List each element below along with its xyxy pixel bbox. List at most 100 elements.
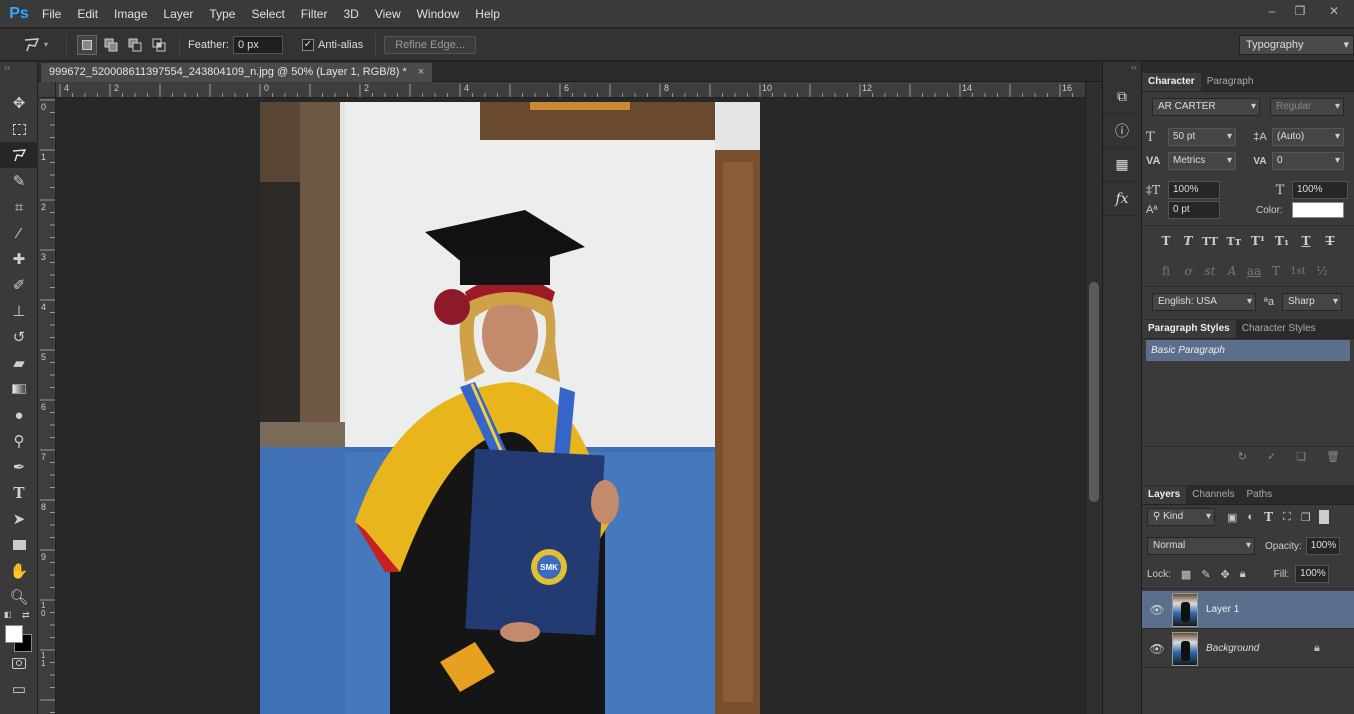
- menu-select[interactable]: Select: [243, 0, 292, 28]
- info-panel-icon[interactable]: ⓘ: [1103, 114, 1141, 148]
- kerning-select[interactable]: Metrics: [1168, 152, 1236, 170]
- eyedropper-tool-icon[interactable]: ⁄: [0, 220, 38, 246]
- menu-layer[interactable]: Layer: [155, 0, 201, 28]
- horizontal-scale-input[interactable]: 100%: [1292, 181, 1348, 199]
- baseline-shift-input[interactable]: 0 pt: [1168, 201, 1220, 219]
- document-image[interactable]: SMK: [260, 102, 760, 714]
- move-tool-icon[interactable]: ✥: [0, 90, 38, 116]
- tracking-select[interactable]: 0: [1272, 152, 1344, 170]
- tab-character[interactable]: Character: [1142, 73, 1201, 91]
- filter-toggle-icon[interactable]: [1318, 510, 1329, 524]
- fill-input[interactable]: 100%: [1295, 565, 1330, 583]
- close-tab-icon[interactable]: ×: [418, 66, 424, 78]
- tab-paths[interactable]: Paths: [1241, 486, 1279, 504]
- history-panel-icon[interactable]: ⧉: [1103, 80, 1141, 114]
- minimize-button[interactable]: –: [1258, 0, 1286, 22]
- path-selection-tool-icon[interactable]: ➤: [0, 506, 38, 532]
- tab-paragraph-styles[interactable]: Paragraph Styles: [1142, 320, 1236, 338]
- blur-tool-icon[interactable]: ●: [0, 402, 38, 428]
- lock-all-icon[interactable]: 🔒︎: [1240, 568, 1246, 581]
- lasso-tool-icon[interactable]: [0, 142, 38, 168]
- font-size-select[interactable]: 50 pt: [1168, 128, 1236, 146]
- type-tool-icon[interactable]: T: [0, 480, 38, 506]
- dodge-tool-icon[interactable]: ⚲: [0, 428, 38, 454]
- brush-tool-icon[interactable]: ✐: [0, 272, 38, 298]
- opacity-input[interactable]: 100%: [1305, 537, 1340, 555]
- antialias-checkbox[interactable]: ✓: [301, 38, 314, 51]
- tool-preset-picker[interactable]: [22, 35, 42, 55]
- antialias-method-select[interactable]: Sharp: [1282, 293, 1342, 311]
- layer-name[interactable]: Layer 1: [1206, 604, 1239, 615]
- close-button[interactable]: ✕: [1314, 0, 1354, 22]
- history-brush-tool-icon[interactable]: ↺: [0, 324, 38, 350]
- all-caps-icon[interactable]: TT: [1200, 235, 1220, 248]
- style-item-basic-paragraph[interactable]: Basic Paragraph: [1146, 340, 1350, 361]
- layer-row-layer-1[interactable]: 👁︎ Layer 1: [1142, 591, 1354, 629]
- menu-3d[interactable]: 3D: [335, 0, 366, 28]
- blend-mode-select[interactable]: Normal: [1147, 537, 1255, 555]
- delete-style-icon[interactable]: 🗑︎: [1326, 450, 1340, 463]
- vertical-scale-input[interactable]: 100%: [1168, 181, 1220, 199]
- filter-type-icon[interactable]: T: [1264, 510, 1273, 524]
- strikethrough-icon[interactable]: T: [1320, 234, 1340, 248]
- underline-icon[interactable]: T: [1296, 234, 1316, 248]
- clone-stamp-tool-icon[interactable]: ⊥: [0, 298, 38, 324]
- zoom-tool-icon[interactable]: 🔍︎: [0, 584, 38, 610]
- eraser-tool-icon[interactable]: ▰: [0, 350, 38, 376]
- lock-transparent-icon[interactable]: ▩: [1181, 568, 1191, 581]
- filter-smart-object-icon[interactable]: ❐: [1301, 511, 1311, 524]
- superscript-icon[interactable]: T¹: [1248, 234, 1268, 248]
- menu-type[interactable]: Type: [201, 0, 243, 28]
- document-tab[interactable]: 999672_520008611397554_243804109_n.jpg @…: [41, 63, 433, 82]
- language-select[interactable]: English: USA: [1152, 293, 1256, 311]
- menu-filter[interactable]: Filter: [293, 0, 336, 28]
- scrollbar-thumb[interactable]: [1089, 282, 1099, 502]
- new-selection-button[interactable]: [77, 34, 98, 55]
- swap-colors-icon[interactable]: ⇄: [22, 610, 30, 621]
- vertical-scrollbar[interactable]: [1085, 82, 1102, 714]
- styles-panel-icon[interactable]: fx: [1103, 182, 1141, 216]
- screen-mode-icon[interactable]: ▭: [0, 676, 38, 702]
- gradient-tool-icon[interactable]: [0, 376, 38, 402]
- workspace-switcher[interactable]: Typography: [1239, 35, 1354, 55]
- tab-character-styles[interactable]: Character Styles: [1236, 320, 1322, 338]
- small-caps-icon[interactable]: Tт: [1224, 235, 1244, 248]
- tab-channels[interactable]: Channels: [1186, 486, 1240, 504]
- old-style-icon[interactable]: ơ: [1178, 264, 1198, 278]
- menu-help[interactable]: Help: [467, 0, 508, 28]
- subscript-icon[interactable]: T₁: [1272, 234, 1292, 248]
- stylistic-alternates-icon[interactable]: A: [1222, 264, 1242, 278]
- ordinals-icon[interactable]: 1st: [1288, 266, 1308, 277]
- ornaments-icon[interactable]: T: [1266, 264, 1286, 278]
- visibility-eye-icon[interactable]: 👁︎: [1142, 603, 1172, 617]
- tab-paragraph[interactable]: Paragraph: [1201, 73, 1260, 91]
- foreground-color-swatch[interactable]: [5, 625, 23, 643]
- add-selection-button[interactable]: [101, 35, 121, 55]
- healing-brush-tool-icon[interactable]: ✚: [0, 246, 38, 272]
- fractions-icon[interactable]: ½: [1312, 264, 1332, 278]
- text-color-swatch[interactable]: [1292, 202, 1344, 218]
- menu-file[interactable]: File: [34, 0, 69, 28]
- vertical-ruler[interactable]: 0 1 2 3 4 5 6 7 8 9 1 0 1 1: [38, 98, 56, 714]
- canvas-area[interactable]: SMK: [56, 98, 1085, 714]
- filter-shape-icon[interactable]: ⛶: [1283, 511, 1291, 524]
- swash-icon[interactable]: st: [1200, 264, 1220, 278]
- faux-italic-icon[interactable]: T: [1178, 234, 1198, 248]
- layer-row-background[interactable]: 👁︎ Background 🔒︎: [1142, 630, 1354, 668]
- marquee-tool-icon[interactable]: [0, 116, 38, 142]
- lock-position-icon[interactable]: ✥: [1221, 568, 1230, 581]
- layer-filter-select[interactable]: ⚲ Kind: [1147, 508, 1215, 526]
- menu-edit[interactable]: Edit: [69, 0, 106, 28]
- leading-select[interactable]: (Auto): [1272, 128, 1344, 146]
- rectangle-tool-icon[interactable]: [0, 532, 38, 558]
- feather-input[interactable]: 0 px: [232, 35, 283, 54]
- crop-tool-icon[interactable]: ⌗: [0, 194, 38, 220]
- refine-edge-button[interactable]: Refine Edge...: [384, 35, 476, 54]
- hand-tool-icon[interactable]: ✋: [0, 558, 38, 584]
- font-family-select[interactable]: AR CARTER: [1152, 98, 1260, 116]
- expand-panels-icon[interactable]: ‹‹: [1103, 62, 1141, 80]
- clear-override-icon[interactable]: ↻: [1238, 450, 1247, 463]
- layer-name[interactable]: Background: [1206, 643, 1314, 654]
- pen-tool-icon[interactable]: ✒: [0, 454, 38, 480]
- visibility-eye-icon[interactable]: 👁︎: [1142, 642, 1172, 656]
